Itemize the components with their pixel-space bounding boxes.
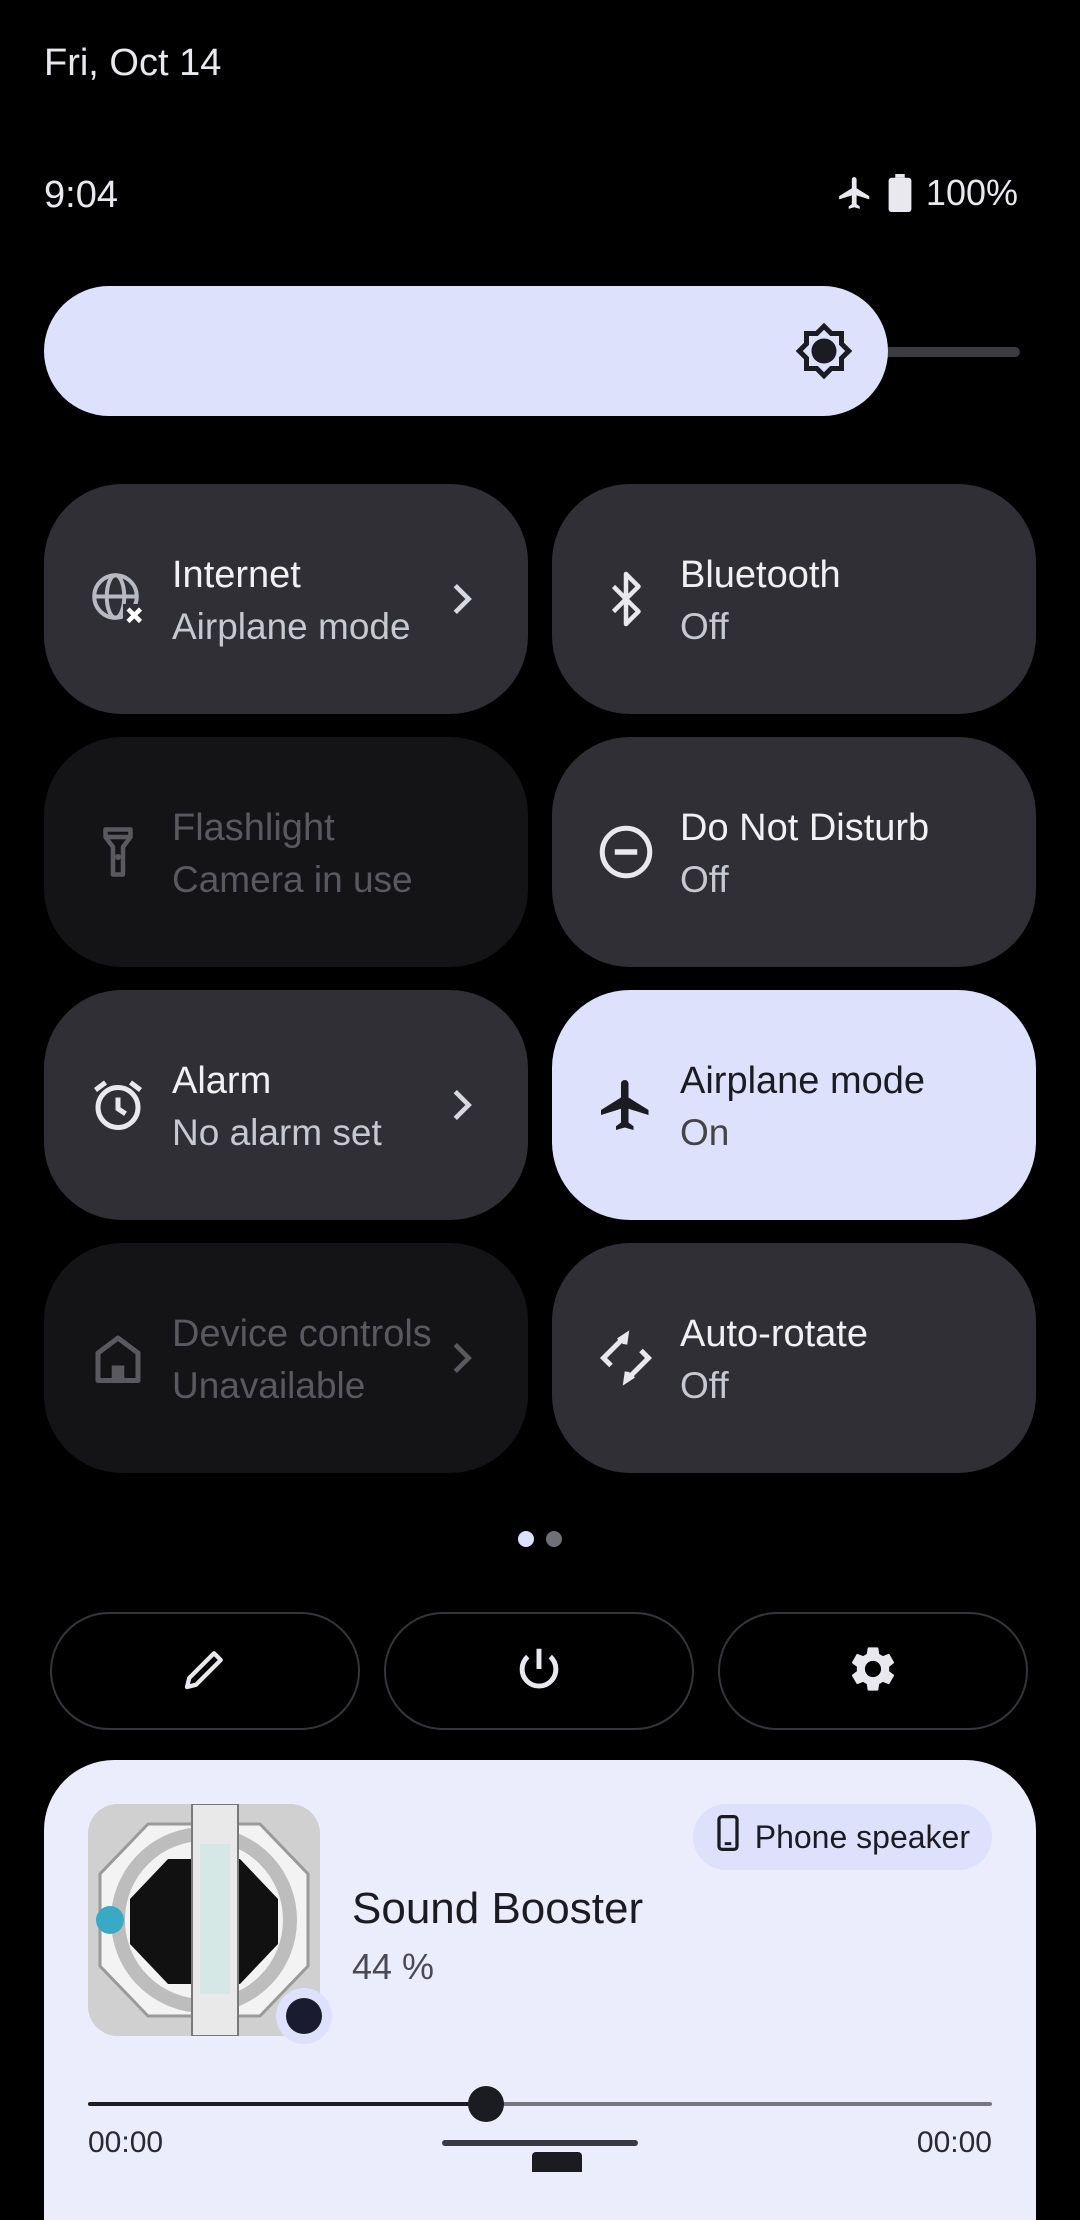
tile-text: Device controls Unavailable <box>172 1309 442 1413</box>
tile-subtitle: On <box>680 1112 730 1153</box>
brightness-icon <box>794 321 854 381</box>
tile-subtitle: Off <box>680 859 729 900</box>
elapsed-time: 00:00 <box>88 2126 164 2159</box>
tile-text: Airplane mode On <box>680 1056 980 1160</box>
tile-text: Bluetooth Off <box>680 550 950 654</box>
tile-text: Alarm No alarm set <box>172 1056 442 1160</box>
output-device-chip[interactable]: Phone speaker <box>692 1804 992 1870</box>
power-button[interactable] <box>384 1612 694 1730</box>
airplane-icon <box>596 1075 656 1135</box>
tile-alarm[interactable]: Alarm No alarm set <box>44 990 528 1220</box>
media-title: Sound Booster <box>352 1884 644 1933</box>
tile-text: Flashlight Camera in use <box>172 803 442 907</box>
tile-internet[interactable]: Internet Airplane mode <box>44 484 528 714</box>
page-indicator <box>518 1531 562 1547</box>
settings-gear-icon <box>846 1642 900 1701</box>
chevron-right-icon <box>438 576 484 622</box>
airplane-icon <box>836 174 874 212</box>
tile-text: Internet Airplane mode <box>172 550 442 654</box>
tile-subtitle: No alarm set <box>172 1112 382 1153</box>
nav-pill <box>532 2152 582 2172</box>
seek-thumb[interactable] <box>468 2086 504 2122</box>
seek-bar[interactable] <box>88 2086 992 2122</box>
seek-played <box>88 2102 486 2106</box>
brightness-slider[interactable] <box>44 286 1020 416</box>
media-subtitle: 44 % <box>352 1946 435 1987</box>
tile-subtitle: Airplane mode <box>172 606 411 647</box>
globe-off-icon <box>88 569 148 629</box>
edit-button[interactable] <box>50 1612 360 1730</box>
tile-title: Internet <box>172 554 301 596</box>
tile-subtitle: Off <box>680 1365 729 1406</box>
brightness-fill[interactable] <box>44 286 888 416</box>
phone-icon <box>715 1815 741 1859</box>
chevron-right-icon <box>438 1082 484 1128</box>
tile-text: Auto-rotate Off <box>680 1309 950 1413</box>
app-badge <box>276 1988 332 2044</box>
tile-text: Do Not Disturb Off <box>680 803 980 907</box>
tile-title: Auto-rotate <box>680 1313 868 1355</box>
tile-title: Airplane mode <box>680 1060 926 1102</box>
tile-title: Device controls <box>172 1313 432 1355</box>
tile-auto-rotate[interactable]: Auto-rotate Off <box>552 1243 1036 1473</box>
bluetooth-icon <box>596 569 656 629</box>
tile-title: Alarm <box>172 1060 272 1102</box>
battery-full-icon <box>888 174 912 212</box>
tile-airplane-mode[interactable]: Airplane mode On <box>552 990 1036 1220</box>
clock-time: 9:04 <box>44 174 118 216</box>
tile-title: Do Not Disturb <box>680 807 930 849</box>
tile-subtitle: Unavailable <box>172 1365 366 1406</box>
tile-title: Bluetooth <box>680 554 841 596</box>
seek-remaining <box>486 2102 992 2106</box>
tile-device-controls[interactable]: Device controls Unavailable <box>44 1243 528 1473</box>
tile-subtitle: Camera in use <box>172 859 413 900</box>
output-device-label: Phone speaker <box>754 1818 970 1855</box>
rotate-icon <box>596 1328 656 1388</box>
tile-flashlight[interactable]: Flashlight Camera in use <box>44 737 528 967</box>
date-label: Fri, Oct 14 <box>44 42 222 84</box>
flashlight-icon <box>88 822 148 882</box>
page-dot-active <box>518 1531 534 1547</box>
total-time: 00:00 <box>916 2126 992 2159</box>
tile-bluetooth[interactable]: Bluetooth Off <box>552 484 1036 714</box>
page-dot <box>546 1531 562 1547</box>
status-icons: 100% <box>836 172 1018 214</box>
tile-title: Flashlight <box>172 807 335 849</box>
settings-button[interactable] <box>718 1612 1028 1730</box>
tile-do-not-disturb[interactable]: Do Not Disturb Off <box>552 737 1036 967</box>
media-player-card[interactable]: Phone speaker Sound Booster 44 % 00:00 0… <box>44 1760 1036 2220</box>
brightness-track-rest <box>874 347 1020 357</box>
tile-subtitle: Off <box>680 606 729 647</box>
drag-handle[interactable] <box>442 2140 638 2146</box>
alarm-icon <box>88 1075 148 1135</box>
chevron-right-icon <box>438 1335 484 1381</box>
battery-percent: 100% <box>925 172 1018 213</box>
power-icon <box>512 1642 566 1701</box>
do-not-disturb-icon <box>596 822 656 882</box>
edit-icon <box>178 1642 232 1701</box>
home-icon <box>88 1328 148 1388</box>
